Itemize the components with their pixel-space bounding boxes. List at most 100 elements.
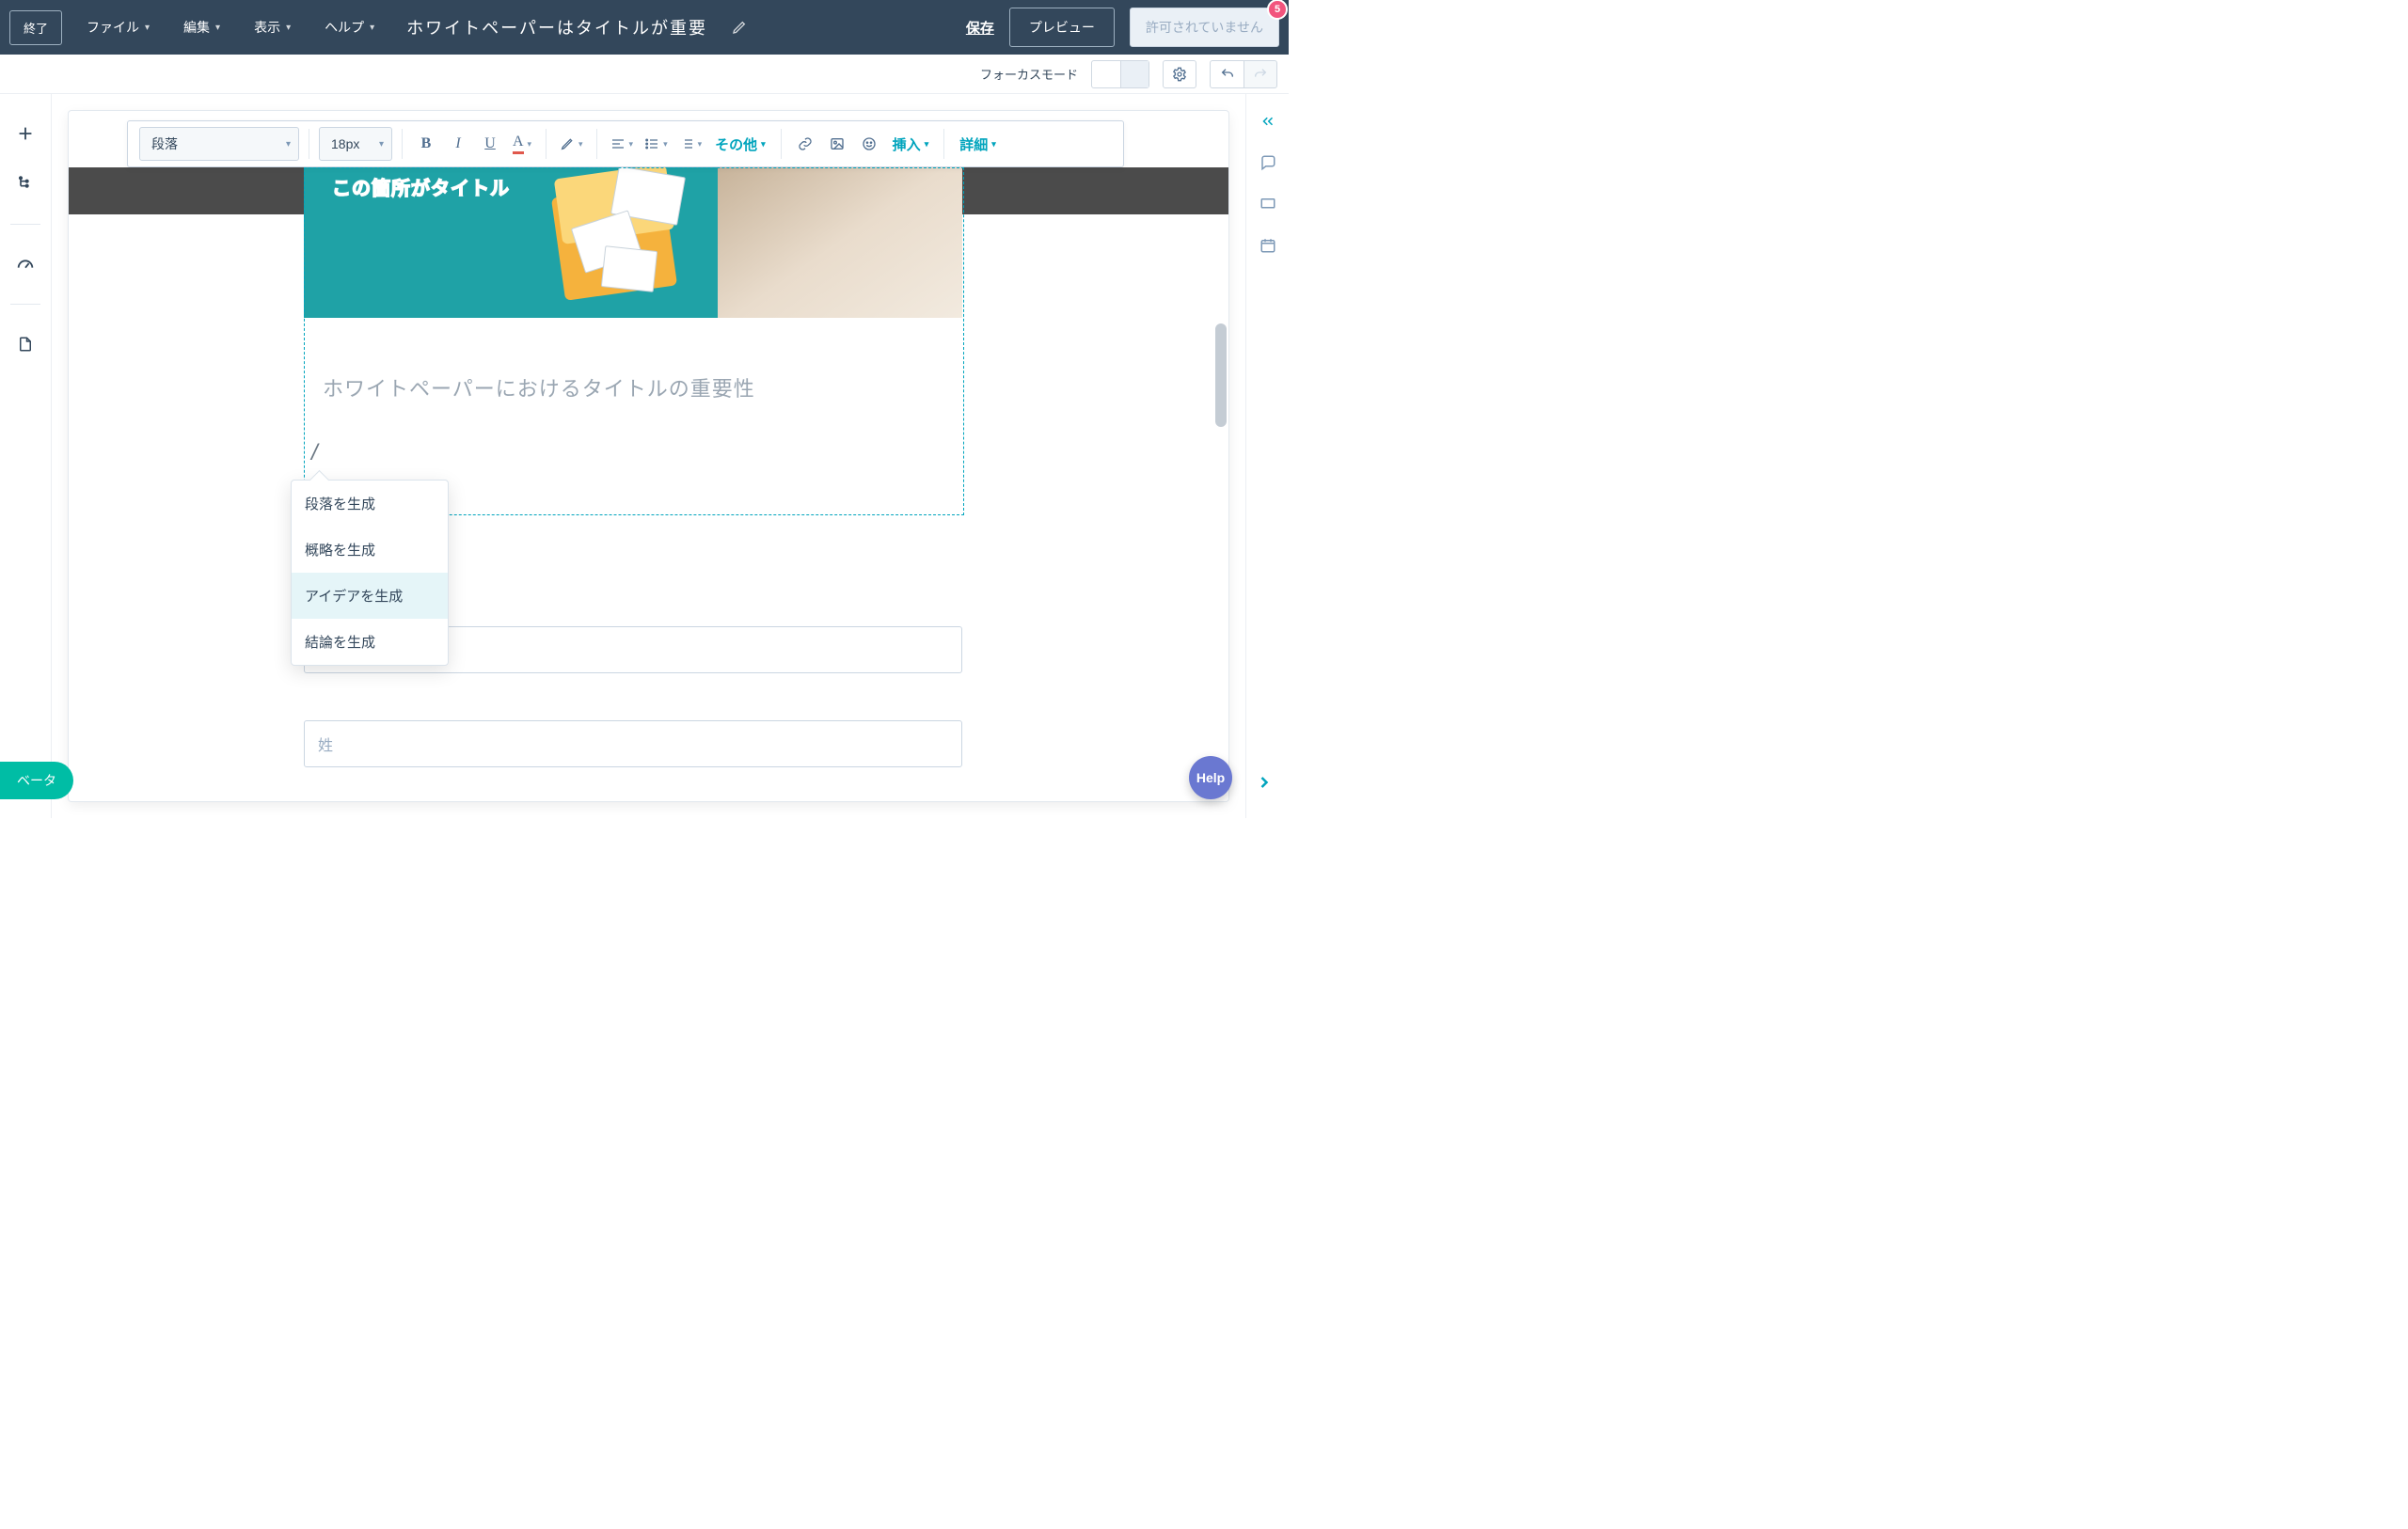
list-ul-button[interactable]: ▾ — [641, 128, 672, 160]
align-button[interactable]: ▾ — [607, 128, 638, 160]
font-size-value: 18px — [331, 136, 359, 151]
help-button[interactable]: Help — [1189, 756, 1232, 799]
separator — [781, 129, 782, 159]
undo-button[interactable] — [1210, 60, 1244, 88]
redo-button[interactable] — [1244, 60, 1277, 88]
menu-view-label: 表示 — [254, 18, 280, 37]
beta-pill[interactable]: ベータ — [0, 762, 73, 799]
chevrons-left-icon — [1259, 113, 1276, 130]
comments-button[interactable] — [1259, 154, 1276, 171]
settings-button[interactable] — [1163, 60, 1196, 88]
menu-view[interactable]: 表示 ▾ — [245, 12, 300, 42]
chevron-down-icon: ▾ — [528, 139, 532, 150]
separator — [596, 129, 597, 159]
plus-icon — [15, 123, 36, 144]
separator — [546, 129, 547, 159]
insert-emoji-button[interactable] — [855, 128, 883, 160]
chevron-down-icon: ▾ — [379, 139, 384, 150]
link-icon — [798, 136, 813, 151]
more-formatting-button[interactable]: その他 ▾ — [709, 134, 771, 154]
save-button[interactable]: 保存 — [966, 18, 994, 38]
editor-canvas[interactable]: 段落 ▾ 18px ▾ B I U A ▾ ▾ — [69, 111, 1228, 801]
menu-edit-label: 編集 — [183, 18, 210, 37]
paragraph-style-value: 段落 — [151, 134, 178, 153]
popup-item-generate-conclusion[interactable]: 結論を生成 — [292, 619, 448, 665]
chevron-down-icon: ▾ — [991, 139, 996, 150]
chevron-down-icon: ▾ — [629, 139, 634, 150]
more-label: その他 — [715, 134, 757, 154]
gear-icon — [1172, 67, 1187, 82]
chevron-down-icon: ▾ — [215, 23, 220, 33]
document-title: ホワイトペーパーはタイトルが重要 — [406, 15, 707, 39]
schedule-button[interactable] — [1259, 237, 1276, 254]
folder-illustration — [548, 167, 708, 312]
slash-command-trigger[interactable]: / — [311, 440, 318, 466]
advanced-label: 詳細 — [959, 134, 988, 154]
slash-command-popup: 段落を生成 概略を生成 アイデアを生成 結論を生成 — [291, 480, 449, 666]
publish-disabled-button: 許可されていません 5 — [1130, 8, 1279, 47]
left-rail — [0, 94, 52, 818]
chevron-right-icon — [1255, 773, 1274, 792]
optimize-button[interactable] — [14, 253, 37, 276]
italic-button[interactable]: I — [444, 128, 472, 160]
toggle-knob — [1120, 61, 1149, 87]
featured-image[interactable]: この箇所がタイトル — [304, 167, 962, 318]
separator — [943, 129, 944, 159]
popup-item-generate-outline[interactable]: 概略を生成 — [292, 527, 448, 573]
underline-button[interactable]: U — [476, 128, 504, 160]
chevron-down-icon: ▾ — [925, 139, 929, 150]
gauge-icon — [15, 254, 36, 275]
menu-edit[interactable]: 編集 ▾ — [174, 12, 230, 42]
collapse-panel-button[interactable] — [1259, 113, 1276, 130]
pencil-icon[interactable] — [732, 20, 747, 35]
paragraph-style-select[interactable]: 段落 ▾ — [139, 127, 299, 161]
heading-placeholder[interactable]: ホワイトペーパーにおけるタイトルの重要性 — [323, 372, 755, 402]
bold-button[interactable]: B — [412, 128, 440, 160]
font-size-select[interactable]: 18px ▾ — [319, 127, 392, 161]
undo-redo-group — [1210, 60, 1277, 88]
text-color-button[interactable]: A ▾ — [508, 128, 536, 160]
insert-link-button[interactable] — [791, 128, 819, 160]
contents-tree-button[interactable] — [14, 173, 37, 196]
add-module-button[interactable] — [14, 122, 37, 145]
menu-help[interactable]: ヘルプ ▾ — [315, 12, 384, 42]
chevron-down-icon: ▾ — [578, 139, 583, 150]
undo-icon — [1220, 67, 1235, 82]
next-page-button[interactable] — [1255, 773, 1274, 792]
chevron-down-icon: ▾ — [663, 139, 668, 150]
rte-toolbar: 段落 ▾ 18px ▾ B I U A ▾ ▾ — [127, 120, 1124, 167]
list-ol-button[interactable]: ▾ — [675, 128, 706, 160]
form-field-last-name[interactable]: 姓 — [304, 720, 962, 767]
devices-button[interactable] — [1259, 196, 1276, 213]
chevron-down-icon: ▾ — [698, 139, 703, 150]
align-left-icon — [610, 136, 626, 151]
insert-label: 挿入 — [893, 134, 921, 154]
notification-badge: 5 — [1267, 0, 1288, 20]
exit-button[interactable]: 終了 — [9, 10, 62, 45]
text-color-icon: A — [513, 134, 524, 154]
hero-overlay-text: この箇所がタイトル — [332, 173, 510, 200]
image-icon — [830, 136, 845, 151]
focus-mode-toggle[interactable] — [1091, 60, 1149, 88]
menu-file-label: ファイル — [87, 18, 139, 37]
popup-item-generate-paragraph[interactable]: 段落を生成 — [292, 481, 448, 527]
calendar-icon — [1259, 237, 1276, 254]
subbar: フォーカスモード — [0, 55, 1289, 94]
highlighter-icon — [560, 136, 575, 151]
advanced-menu-button[interactable]: 詳細 ▾ — [954, 134, 1002, 154]
preview-button[interactable]: プレビュー — [1009, 8, 1115, 47]
list-ul-icon — [644, 136, 659, 151]
chevron-down-icon: ▾ — [286, 139, 291, 150]
photo-region — [718, 167, 962, 318]
menu-file[interactable]: ファイル ▾ — [77, 12, 159, 42]
popup-item-generate-ideas[interactable]: アイデアを生成 — [292, 573, 448, 619]
chevron-down-icon: ▾ — [370, 23, 374, 33]
file-button[interactable] — [14, 333, 37, 355]
smile-icon — [862, 136, 877, 151]
insert-menu-button[interactable]: 挿入 ▾ — [887, 134, 935, 154]
right-rail — [1245, 94, 1289, 818]
publish-disabled-label: 許可されていません — [1146, 20, 1263, 35]
highlight-color-button[interactable]: ▾ — [556, 128, 587, 160]
scrollbar-thumb[interactable] — [1215, 323, 1227, 427]
insert-image-button[interactable] — [823, 128, 851, 160]
